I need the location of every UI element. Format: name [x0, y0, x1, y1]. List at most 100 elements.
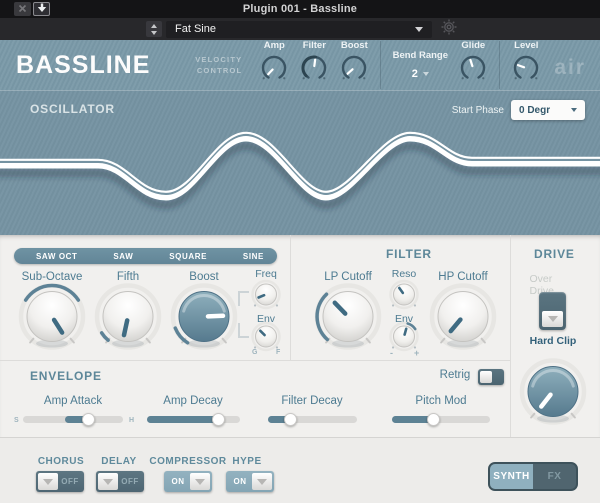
chorus-toggle[interactable]: OFF	[36, 471, 84, 492]
hype-toggle[interactable]: ON	[226, 471, 274, 492]
velocity-filter-knob[interactable]	[297, 51, 331, 90]
bassline-logo: BASSLINE	[16, 51, 150, 80]
air-brand-logo: air	[554, 56, 586, 80]
start-phase-label: Start Phase	[452, 105, 504, 116]
filter-decay-label: Filter Decay	[281, 395, 342, 407]
waveform-tab-bar: SAW OCT SAW SQUARE SINE	[14, 248, 277, 264]
tab-sine[interactable]: SINE	[243, 252, 264, 261]
bend-caret-icon	[423, 72, 429, 76]
drive-section-title: DRIVE	[534, 247, 575, 261]
synth-tab[interactable]: SYNTH	[490, 464, 533, 489]
chevron-down-icon	[195, 479, 205, 485]
section-divider	[0, 360, 510, 361]
glide-knob[interactable]	[456, 51, 490, 90]
step-up-icon	[151, 24, 157, 28]
boost-label: Boost	[341, 40, 368, 51]
filter-label: Filter	[303, 40, 326, 51]
amp-decay-label: Amp Decay	[163, 395, 222, 407]
toggle-state-label: OFF	[118, 477, 142, 486]
plugin-window: Plugin 001 - Bassline Fat Sine BASSLINE …	[0, 0, 600, 503]
slider-thumb[interactable]	[284, 413, 297, 426]
fx-tab[interactable]: FX	[533, 464, 576, 489]
amp-attack-label: Amp Attack	[44, 395, 102, 407]
osc-boost-knob[interactable]	[166, 279, 242, 360]
gear-icon	[440, 23, 458, 40]
synth-fx-switch: SYNTH FX	[488, 462, 578, 491]
start-phase-dropdown[interactable]: 0 Degr	[511, 100, 585, 120]
env-max-label: F	[276, 349, 280, 356]
slider-thumb[interactable]	[212, 413, 225, 426]
amp-attack-slider[interactable]	[23, 416, 123, 423]
hard-clip-option[interactable]: Hard Clip	[530, 335, 577, 347]
oscillator-section-title: OSCILLATOR	[30, 102, 115, 116]
preset-bar: Fat Sine	[0, 18, 600, 40]
toggle-handle	[38, 473, 58, 490]
amp-attack-min: S	[14, 417, 19, 424]
window-title: Plugin 001 - Bassline	[0, 3, 600, 15]
chevron-down-icon	[103, 479, 113, 485]
slider-thumb[interactable]	[427, 413, 440, 426]
compressor-toggle[interactable]: ON	[164, 471, 212, 492]
fifth-knob[interactable]	[90, 279, 166, 360]
velocity-boost-knob[interactable]	[337, 51, 371, 90]
fx-bar: CHORUS OFF DELAY OFF COMPRESSOR ON HYPE …	[0, 437, 600, 503]
hp-cutoff-knob[interactable]	[425, 279, 501, 360]
chevron-down-icon	[257, 479, 267, 485]
toggle-state-label: ON	[166, 477, 190, 486]
amp-decay-slider[interactable]	[147, 416, 240, 423]
header-divider	[499, 41, 500, 89]
pitch-mod-label: Pitch Mod	[415, 395, 466, 407]
lp-cutoff-knob[interactable]	[310, 279, 386, 360]
section-divider	[510, 235, 511, 437]
filter-env-max-label: +	[414, 348, 419, 358]
toggle-state-label: OFF	[58, 477, 82, 486]
delay-toggle[interactable]: OFF	[96, 471, 144, 492]
tab-square[interactable]: SQUARE	[169, 252, 207, 261]
bend-range-label: Bend Range	[393, 50, 448, 61]
main-panel: SAW OCT SAW SQUARE SINE Sub-Octave Fifth…	[0, 235, 600, 503]
pitch-mod-slider[interactable]	[392, 416, 490, 423]
envelope-section-title: ENVELOPE	[30, 369, 102, 383]
velocity-amp-knob[interactable]	[257, 51, 291, 90]
chevron-down-icon	[43, 479, 53, 485]
toggle-state-label: ON	[228, 477, 252, 486]
settings-button[interactable]	[440, 18, 458, 41]
start-phase-caret-icon	[571, 108, 577, 112]
toggle-handle	[480, 371, 492, 383]
drive-knob[interactable]	[515, 354, 591, 435]
preset-dropdown[interactable]: Fat Sine	[166, 21, 432, 38]
tab-saw-oct[interactable]: SAW OCT	[36, 252, 78, 261]
filter-section-title: FILTER	[386, 247, 432, 261]
env-min-label: G	[252, 349, 257, 356]
preset-stepper[interactable]	[146, 21, 162, 37]
drive-mode-switch[interactable]	[539, 292, 566, 330]
hype-label: HYPE	[232, 456, 261, 467]
titlebar: Plugin 001 - Bassline	[0, 0, 600, 18]
bend-range-select[interactable]: 2	[412, 68, 429, 80]
sub-octave-knob[interactable]	[14, 279, 90, 360]
glide-label: Glide	[461, 40, 485, 51]
bend-range-value: 2	[412, 68, 418, 80]
level-knob[interactable]	[509, 51, 543, 90]
switch-handle	[542, 311, 563, 327]
retrig-toggle[interactable]	[478, 369, 504, 385]
plugin-header: BASSLINE VELOCITY CONTROL Amp Filter Boo…	[0, 40, 600, 90]
step-down-icon	[151, 31, 157, 35]
retrig-label: Retrig	[440, 369, 471, 381]
amp-label: Amp	[264, 40, 285, 51]
dropdown-caret-icon	[415, 27, 423, 32]
preset-name: Fat Sine	[175, 23, 216, 35]
compressor-label: COMPRESSOR	[149, 456, 226, 467]
velocity-control-label: VELOCITY CONTROL	[195, 54, 242, 77]
toggle-handle	[98, 473, 118, 490]
filter-decay-slider[interactable]	[268, 416, 357, 423]
toggle-handle	[190, 473, 210, 490]
chevron-down-icon	[548, 316, 558, 322]
oscillator-display: OSCILLATOR Start Phase 0 Degr Sine	[0, 90, 600, 235]
chorus-label: CHORUS	[38, 456, 84, 467]
toggle-handle	[252, 473, 272, 490]
tab-saw[interactable]: SAW	[113, 252, 133, 261]
filter-env-min-label: -	[390, 348, 393, 358]
slider-thumb[interactable]	[82, 413, 95, 426]
delay-label: DELAY	[101, 456, 136, 467]
